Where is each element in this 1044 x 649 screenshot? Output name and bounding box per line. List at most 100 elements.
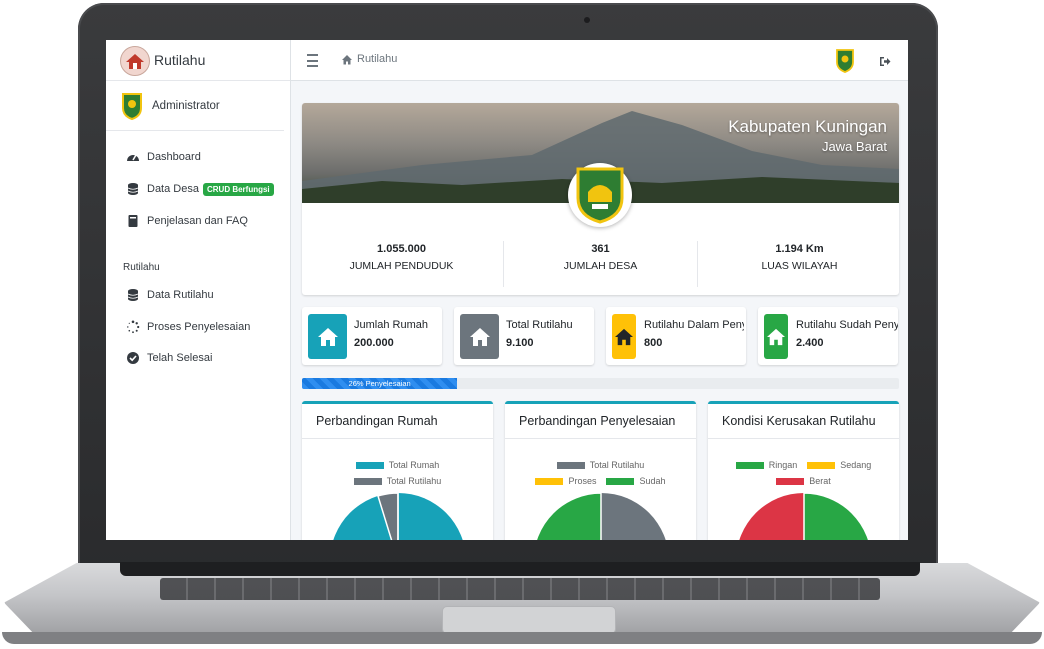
user-avatar-icon (120, 92, 144, 125)
legend-swatch (353, 477, 382, 485)
region-hero-card: Kabupaten Kuningan Jawa Barat 1.055.000 … (302, 103, 899, 295)
legend-label: Total Rutilahu (589, 460, 645, 470)
brand-link[interactable]: Rutilahu (106, 40, 290, 81)
nav-label: Data Desa (147, 183, 199, 195)
stat-population: 1.055.000 JUMLAH PENDUDUK (302, 243, 501, 272)
nav-proses-penyelesaian[interactable]: Proses Penyelesaian (126, 316, 250, 338)
info-title: Jumlah Rumah (354, 319, 428, 331)
info-value: 2.400 (796, 337, 824, 349)
legend-item[interactable]: Berat (776, 476, 831, 486)
chart-title: Perbandingan Penyelesaian (505, 404, 696, 439)
pie-slice-ringan[interactable] (803, 493, 872, 540)
legend-label: Ringan (768, 460, 798, 470)
legend-item[interactable]: Sedang (807, 460, 871, 470)
house-logo-icon (120, 46, 150, 76)
stat-label: LUAS WILAYAH (761, 260, 838, 272)
nav-label: Penjelasan dan FAQ (147, 215, 248, 227)
database-icon (126, 182, 140, 196)
database-icon (126, 288, 140, 302)
pie-slice-sudah[interactable] (533, 493, 602, 540)
legend-item[interactable]: Total Rutilahu (353, 476, 442, 486)
house-icon (764, 314, 788, 359)
legend-label: Sudah (639, 476, 666, 486)
nav-data-desa[interactable]: Data Desa CRUD Berfungsi (126, 178, 274, 200)
legend-item[interactable]: Total Rutilahu (556, 460, 645, 470)
nav-dashboard[interactable]: Dashboard (126, 146, 201, 168)
nav-label: Data Rutilahu (147, 289, 214, 301)
info-box-dalam-penyelesaian[interactable]: Rutilahu Dalam Penyelesaian 800 (606, 307, 746, 365)
info-value: 9.100 (506, 337, 534, 349)
legend-item[interactable]: Proses (535, 476, 596, 486)
nav-data-rutilahu[interactable]: Data Rutilahu (126, 284, 214, 306)
menu-toggle-icon[interactable] (307, 54, 318, 67)
chart-card-perbandingan-penyelesaian: Perbandingan Penyelesaian Total Rutilahu… (505, 401, 696, 540)
chart-title: Kondisi Kerusakan Rutilahu (708, 404, 899, 439)
nav-faq[interactable]: Penjelasan dan FAQ (126, 210, 248, 232)
info-box-sudah-penyelesaian[interactable]: Rutilahu Sudah Penyelesaian 2.400 (758, 307, 898, 365)
nav-label: Proses Penyelesaian (147, 321, 251, 333)
legend-item[interactable]: Ringan (735, 460, 798, 470)
info-title: Total Rutilahu (506, 319, 573, 331)
legend-label: Berat (809, 476, 831, 486)
nav-label: Telah Selesai (147, 352, 213, 364)
legend-label: Sedang (840, 460, 872, 470)
check-circle-icon (126, 351, 140, 365)
house-icon (460, 314, 499, 359)
tachometer-icon (126, 150, 140, 164)
legend-label: Total Rutilahu (386, 476, 442, 486)
legend-swatch (807, 461, 836, 469)
progress-label: 26% Penyelesaian (348, 379, 411, 388)
house-icon (308, 314, 347, 359)
kuningan-emblem-icon[interactable] (835, 49, 855, 78)
info-title: Rutilahu Dalam Penyelesaian (644, 319, 744, 331)
pie-chart[interactable] (330, 493, 466, 540)
nav-label: Dashboard (147, 151, 201, 163)
chart-legend: Ringan Sedang (708, 460, 899, 470)
legend-swatch (606, 477, 635, 485)
completion-progress: 26% Penyelesaian (302, 378, 899, 389)
pie-chart[interactable] (533, 493, 669, 540)
laptop-keyboard (160, 578, 880, 600)
topbar: Rutilahu (291, 40, 908, 81)
info-box-jumlah-rumah[interactable]: Jumlah Rumah 200.000 (302, 307, 442, 365)
chart-card-perbandingan-rumah: Perbandingan Rumah Total Rumah Total Rut… (302, 401, 493, 540)
pie-chart[interactable] (736, 493, 872, 540)
stat-value: 1.194 Km (775, 243, 824, 255)
legend-item[interactable]: Sudah (606, 476, 666, 486)
legend-swatch (776, 477, 805, 485)
brand-text: Rutilahu (154, 52, 206, 68)
stat-value: 1.055.000 (377, 243, 426, 255)
stat-value: 361 (591, 243, 610, 255)
house-icon (612, 314, 636, 359)
screen: Rutilahu Administrator Dashboard Data De… (106, 40, 908, 540)
book-icon (126, 214, 140, 228)
crud-badge: CRUD Berfungsi (202, 182, 274, 196)
nav-telah-selesai[interactable]: Telah Selesai (126, 347, 212, 369)
info-value: 200.000 (354, 337, 394, 349)
chart-legend: Total Rutilahu (302, 476, 493, 486)
camera (584, 17, 590, 23)
province-name: Jawa Barat (821, 139, 887, 154)
legend-item[interactable]: Total Rumah (355, 460, 439, 470)
legend-swatch (355, 461, 384, 469)
legend-swatch (535, 477, 564, 485)
stat-villages: 361 JUMLAH DESA (501, 243, 700, 272)
info-box-total-rutilahu[interactable]: Total Rutilahu 9.100 (454, 307, 594, 365)
info-title: Rutilahu Sudah Penyelesaian (796, 319, 898, 331)
sign-out-icon[interactable] (879, 54, 891, 72)
region-name: Kabupaten Kuningan (728, 117, 887, 136)
legend-swatch (556, 461, 585, 469)
chart-card-kondisi-kerusakan: Kondisi Kerusakan Rutilahu Ringan Sedang… (708, 401, 899, 540)
laptop-base-edge (2, 632, 1042, 644)
chart-legend: Total Rumah (302, 460, 493, 470)
legend-label: Proses (568, 476, 597, 486)
stat-divider (697, 241, 698, 287)
stat-area: 1.194 Km LUAS WILAYAH (700, 243, 899, 272)
breadcrumb[interactable]: Rutilahu (341, 53, 397, 65)
chart-title: Perbandingan Rumah (302, 404, 493, 439)
breadcrumb-label: Rutilahu (357, 53, 398, 65)
progress-bar: 26% Penyelesaian (302, 378, 458, 389)
sidebar: Rutilahu Administrator Dashboard Data De… (106, 40, 291, 540)
chart-legend: Total Rutilahu (505, 460, 696, 470)
user-name: Administrator (152, 100, 220, 112)
